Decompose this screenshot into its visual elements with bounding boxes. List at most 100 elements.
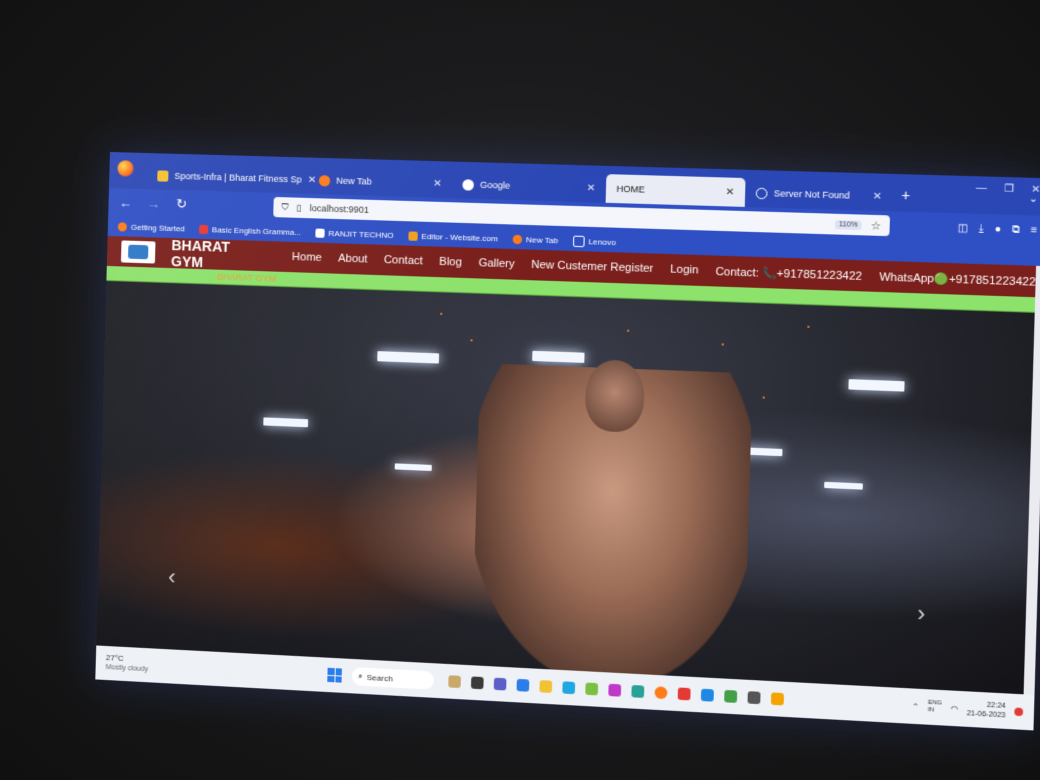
weather-widget[interactable]: 27°C Mostly cloudy bbox=[105, 653, 226, 679]
spark bbox=[440, 313, 442, 315]
tab-title: Server Not Found bbox=[774, 188, 850, 201]
firefox-icon bbox=[118, 222, 127, 231]
app-icon[interactable] bbox=[631, 685, 644, 698]
app-icon[interactable] bbox=[747, 691, 760, 704]
weather-desc: Mostly cloudy bbox=[105, 663, 226, 679]
lang-indicator[interactable]: ENG IN bbox=[928, 700, 942, 715]
weather-temp: 27°C bbox=[106, 653, 124, 663]
app-icon[interactable] bbox=[678, 687, 691, 700]
bookmark-label: Lenovo bbox=[588, 237, 616, 247]
contact-phone[interactable]: Contact: 📞+917851223422 bbox=[715, 264, 862, 282]
app-icon[interactable] bbox=[585, 683, 598, 696]
clock-date: 21-06-2023 bbox=[966, 709, 1005, 720]
tray-chevron-icon[interactable]: ⌃ bbox=[912, 701, 920, 711]
bookmark-lenovo[interactable]: Lenovo bbox=[573, 235, 616, 248]
firefox-icon[interactable] bbox=[117, 160, 133, 176]
chat-icon[interactable] bbox=[494, 678, 507, 691]
tab-title: HOME bbox=[616, 184, 645, 195]
firefox-favicon-icon bbox=[319, 175, 331, 186]
new-tab-button[interactable]: + bbox=[892, 186, 919, 212]
tab-server-not-found[interactable]: Server Not Found ✕ bbox=[745, 178, 893, 211]
gym-logo[interactable] bbox=[121, 240, 156, 263]
bookmark-basic-english[interactable]: Basic English Gramma... bbox=[199, 224, 301, 236]
spark bbox=[627, 330, 629, 332]
nav-home[interactable]: Home bbox=[292, 251, 322, 264]
firefox-icon bbox=[512, 234, 522, 243]
nav-about[interactable]: About bbox=[338, 252, 368, 265]
close-icon[interactable]: ✕ bbox=[726, 186, 735, 198]
app-icon[interactable] bbox=[471, 676, 484, 689]
tab-list-chevron-icon[interactable]: ⌄ bbox=[1017, 193, 1040, 216]
editor-icon bbox=[408, 231, 418, 240]
bookmark-new-tab[interactable]: New Tab bbox=[512, 234, 558, 245]
app-icon[interactable] bbox=[701, 689, 714, 702]
windows-start-icon[interactable] bbox=[327, 668, 342, 683]
nav-gallery[interactable]: Gallery bbox=[478, 257, 514, 270]
close-icon[interactable]: ✕ bbox=[587, 182, 596, 194]
bookmark-getting-started[interactable]: Getting Started bbox=[118, 222, 185, 233]
clock[interactable]: 22:24 21-06-2023 bbox=[966, 700, 1005, 721]
nav-register[interactable]: New Custemer Register bbox=[531, 259, 653, 275]
nav-contact[interactable]: Contact bbox=[384, 254, 423, 267]
close-icon[interactable]: ✕ bbox=[433, 178, 442, 189]
tab-home[interactable]: HOME ✕ bbox=[606, 174, 746, 207]
tab-google[interactable]: Google ✕ bbox=[452, 170, 607, 203]
site-brand[interactable]: BHARAT GYM bbox=[171, 237, 266, 272]
download-icon[interactable]: ⤓ bbox=[979, 223, 984, 235]
shield-icon[interactable]: ⛉ bbox=[281, 202, 288, 213]
close-window-icon[interactable]: ✕ bbox=[1031, 184, 1040, 196]
tab-new-tab[interactable]: New Tab ✕ bbox=[308, 166, 452, 199]
minimize-icon[interactable]: — bbox=[976, 183, 987, 195]
bookmark-star-icon[interactable]: ☆ bbox=[870, 218, 881, 232]
taskbar-search[interactable]: ⌕ Search bbox=[352, 667, 435, 690]
account-icon[interactable]: ● bbox=[994, 223, 1001, 235]
back-arrow-icon[interactable]: ← bbox=[118, 195, 132, 210]
wifi-icon[interactable]: ◠ bbox=[950, 704, 958, 714]
ceiling-light bbox=[824, 482, 863, 490]
taskbar-apps bbox=[448, 675, 784, 705]
pocket-icon[interactable]: ◫ bbox=[958, 222, 969, 234]
app-icon[interactable] bbox=[724, 690, 737, 703]
search-label: Search bbox=[367, 672, 393, 683]
spark bbox=[470, 339, 472, 341]
nav-login[interactable]: Login bbox=[670, 263, 699, 276]
carousel-prev-icon[interactable]: ‹ bbox=[168, 564, 176, 590]
extensions-icon[interactable]: ⧉ bbox=[1012, 224, 1020, 236]
app-icon[interactable] bbox=[448, 675, 461, 688]
whatsapp-contact[interactable]: WhatsApp🟢+917851223422 bbox=[879, 270, 1036, 289]
system-tray: ⌃ ENG IN ◠ 22:24 21-06-2023 bbox=[912, 697, 1024, 722]
ceiling-light bbox=[263, 417, 308, 427]
bookmark-label: Editor - Website.com bbox=[421, 231, 498, 243]
youtube-icon bbox=[199, 224, 208, 233]
toolbar-icons: ◫ ⤓ ● ⧉ ≡ bbox=[958, 222, 1040, 236]
folder-icon bbox=[573, 235, 585, 247]
bookmark-label: Getting Started bbox=[131, 222, 185, 233]
close-icon[interactable]: ✕ bbox=[873, 191, 882, 203]
forward-arrow-icon[interactable]: → bbox=[146, 196, 160, 211]
site-favicon-icon bbox=[157, 170, 168, 181]
bodybuilder-head bbox=[584, 359, 645, 433]
reload-icon[interactable]: ↻ bbox=[174, 196, 189, 212]
app-icon[interactable] bbox=[562, 681, 575, 694]
app-icon[interactable] bbox=[608, 684, 621, 697]
menu-icon[interactable]: ≡ bbox=[1031, 224, 1038, 236]
carousel-next-icon[interactable]: › bbox=[917, 600, 926, 627]
zoom-level[interactable]: 110% bbox=[835, 219, 862, 229]
file-explorer-icon[interactable] bbox=[539, 680, 552, 693]
page-icon: ▯ bbox=[296, 202, 301, 213]
app-icon[interactable] bbox=[517, 679, 530, 692]
nav-blog[interactable]: Blog bbox=[439, 256, 462, 269]
bookmark-label: RANJIT TECHNO bbox=[328, 228, 393, 239]
ceiling-light bbox=[848, 379, 904, 392]
bookmark-ranjit-techno[interactable]: RANJIT TECHNO bbox=[315, 228, 394, 240]
bookmark-editor-website[interactable]: Editor - Website.com bbox=[408, 231, 498, 243]
web-page: BHARAT GYM Home About Contact Blog Galle… bbox=[96, 236, 1036, 694]
xampp-icon[interactable] bbox=[771, 692, 784, 705]
restore-icon[interactable]: ❐ bbox=[1004, 183, 1014, 195]
bookmark-label: New Tab bbox=[526, 235, 559, 245]
notification-icon[interactable] bbox=[1014, 707, 1023, 716]
monitor-screen: Sports-Infra | Bharat Fitness Sp ✕ New T… bbox=[95, 152, 1040, 730]
ceiling-light bbox=[377, 351, 439, 363]
firefox-icon[interactable] bbox=[654, 686, 667, 699]
google-icon bbox=[462, 179, 474, 191]
